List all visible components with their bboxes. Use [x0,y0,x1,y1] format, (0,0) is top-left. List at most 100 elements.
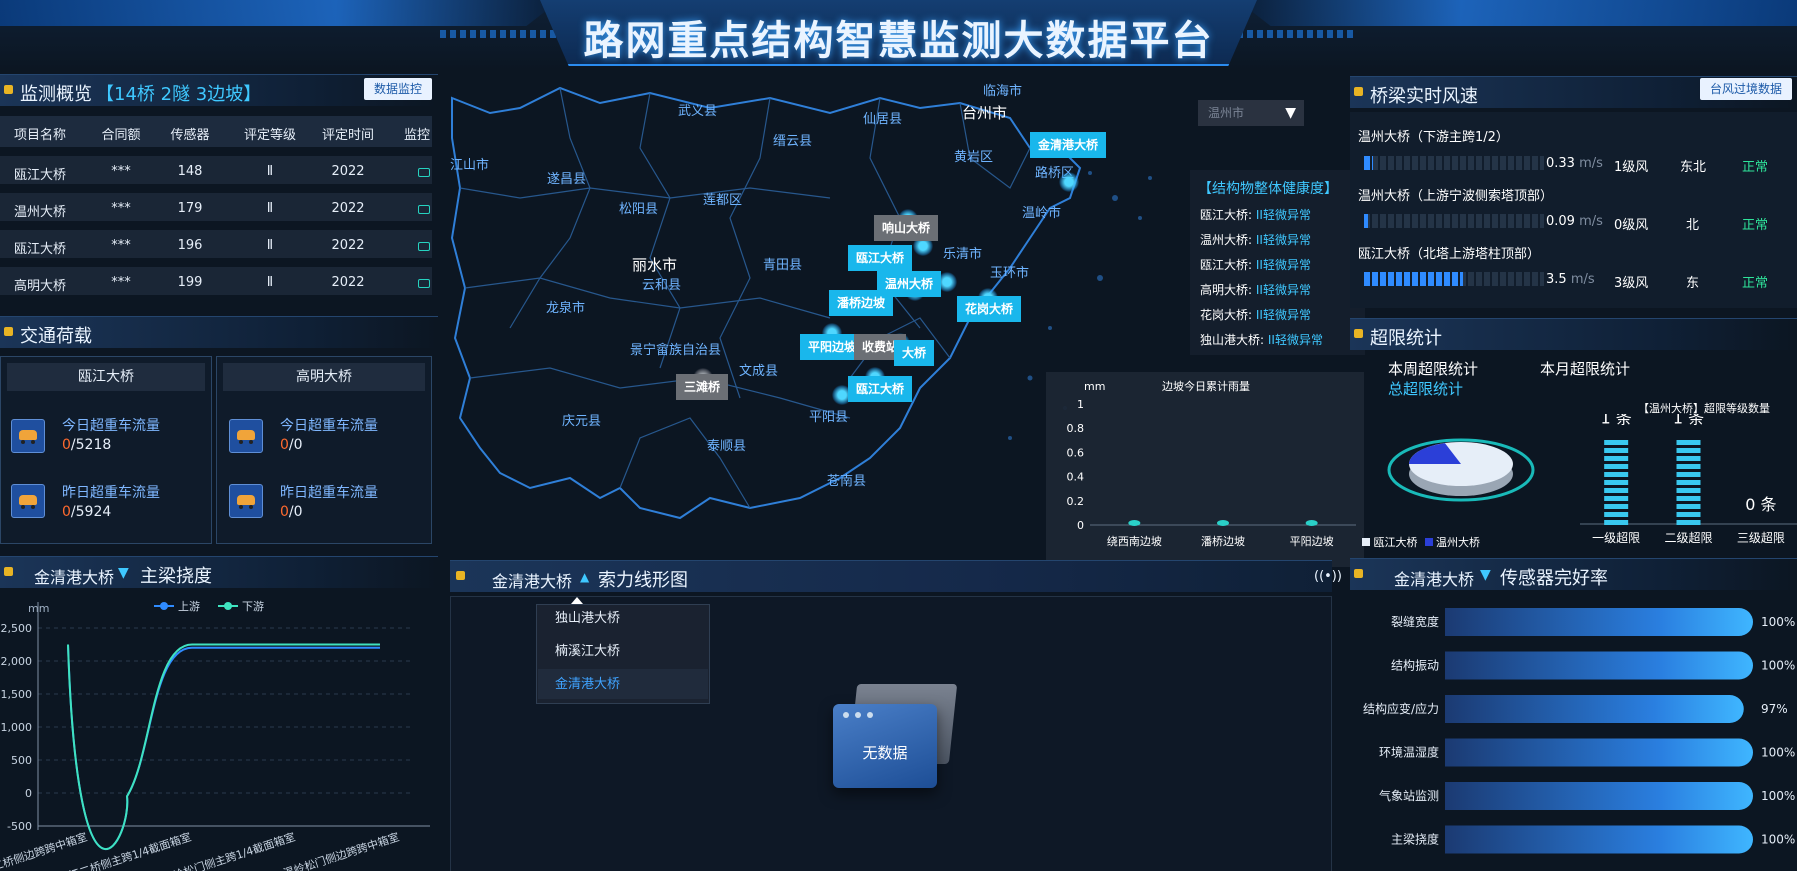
sensor-bridge-select[interactable]: 金清港大桥 [1394,566,1474,590]
yesterday-label: 昨日超重车流量 [62,485,160,501]
wind-bar-fill [1364,272,1463,286]
map-tag[interactable]: 大桥 [894,340,935,366]
y-tick-label: 2,000 [1,655,33,668]
wind-direction: 北 [1686,218,1700,233]
map-tag[interactable]: 潘桥边坡 [829,290,894,316]
bridge-dropdown[interactable]: 独山港大桥 楠溪江大桥 金清港大桥 [536,597,710,704]
map-county: 黄岩区 [954,150,994,165]
cell-amount: *** [111,238,131,253]
camera-icon[interactable] [418,240,430,255]
health-item: 独山港大桥: II轻微异常 [1200,333,1323,347]
tab-total[interactable]: 总超限统计 [1388,378,1463,399]
bar-segment [1604,440,1629,445]
y-tick-label: -500 [7,820,32,833]
table-row[interactable]: 高明大桥 *** 199 Ⅱ 2022 [0,267,432,298]
dropdown-option[interactable]: 独山港大桥 [555,607,620,626]
traffic-box-title: 高明大桥 [223,363,425,391]
bar-segment [1676,456,1701,461]
wind-status: 正常 [1742,276,1769,291]
dropdown-option-selected[interactable]: 金清港大桥 [555,673,620,692]
wind-status: 正常 [1742,218,1769,233]
sensor-label: 环境温湿度 [1379,745,1439,760]
sensor-bar [1445,825,1753,854]
map-tag[interactable]: 金清港大桥 [1030,132,1107,158]
legend-label: 上游 [178,600,200,613]
wind-sensor-name: 瓯江大桥（北塔上游塔柱顶部） [1358,247,1541,262]
data-point [1217,520,1229,526]
wind-level: 3级风 [1614,276,1649,291]
yesterday-value: 0/5924 [62,504,112,520]
panel-marker-icon [1354,329,1363,338]
map-tag[interactable]: 瓯江大桥 [848,376,913,402]
map-county: 武义县 [678,104,718,119]
cell-name: 瓯江大桥 [13,168,66,183]
bar-segment [1676,480,1701,485]
map-tag[interactable]: 瓯江大桥 [848,245,913,271]
map-county: 云和县 [642,278,682,293]
cell-name: 温州大桥 [13,205,66,220]
pie-legend: 瓯江大桥 温州大桥 [1362,534,1480,550]
map-county: 庆元县 [562,414,602,429]
legend-dot [160,602,168,610]
chevron-up-icon[interactable]: ▲ [580,570,589,584]
sensor-label: 裂缝宽度 [1391,614,1439,629]
bar-segment [1676,520,1701,525]
legend-label: 下游 [242,600,264,613]
y-tick-label: 1,000 [1,721,33,734]
truck-icon [11,484,45,518]
wind-bar-fill [1364,156,1373,170]
col-name: 项目名称 [13,128,66,143]
camera-icon[interactable] [418,277,430,292]
chevron-down-icon[interactable]: ▼ [118,565,129,581]
map-tag[interactable]: 花岗大桥 [957,296,1022,322]
map-county: 乐清市 [943,247,983,262]
city-select[interactable]: 温州市 ▼ [1198,100,1304,126]
typhoon-data-button[interactable]: 台风过境数据 [1700,78,1793,100]
health-item: 高明大桥: II轻微异常 [1200,283,1311,297]
deflection-bridge-select[interactable]: 金清港大桥 [34,564,114,588]
overload-panel: 本周超限统计 本月超限统计 总超限统计 瓯江大桥 温州大桥 【温州大桥】超限等级… [1350,352,1797,552]
bar-segment [1676,512,1701,517]
sensor-bar [1445,738,1753,767]
y-axis-unit: mm [1084,380,1105,393]
cell-sensors: 196 [177,238,203,253]
sensor-bar [1445,782,1753,810]
map-county: 景宁畲族自治县 [630,343,722,358]
tab-month[interactable]: 本月超限统计 [1540,358,1630,379]
bar-segment [1604,488,1629,493]
dropdown-caret-icon [571,597,583,604]
table-row[interactable]: 温州大桥 *** 179 Ⅱ 2022 [0,193,432,224]
tab-week[interactable]: 本周超限统计 [1388,358,1478,379]
camera-icon[interactable] [418,203,430,218]
col-amount: 合同额 [101,128,141,143]
signal-icon[interactable]: ((•)) [1314,569,1342,584]
no-data-illustration: 无数据 [831,682,961,792]
table-header: 项目名称 合同额 传感器 评定等级 评定时间 监控 [0,116,432,147]
chevron-down-icon[interactable]: ▼ [1480,567,1491,583]
wind-direction: 东北 [1680,160,1707,175]
bar-segment [1604,448,1629,453]
col-grade: 评定等级 [243,128,296,143]
table-row[interactable]: 瓯江大桥 *** 196 Ⅱ 2022 [0,230,432,261]
table-row[interactable]: 瓯江大桥 *** 148 Ⅱ 2022 [0,156,432,187]
yesterday-value: 0/0 [280,504,303,520]
cable-bridge-select[interactable]: 金清港大桥 [492,568,572,592]
bar-segment [1676,504,1701,509]
x-tick-label: 三级超限 [1737,530,1785,545]
bridge-marker-icon[interactable] [1059,172,1079,192]
wind-value: 3.5 m/s [1546,272,1595,287]
wind-status: 正常 [1742,160,1769,175]
map-county: 玉环市 [990,266,1030,281]
deflection-chart: mm -500 0 500 1,000 1,500 2,000 2,500 上游 下游瓯江二桥侧边… [0,600,430,871]
series-line [67,643,380,850]
cell-name: 瓯江大桥 [13,242,66,257]
yesterday-label: 昨日超重车流量 [280,485,378,501]
sensor-chart: 裂缝宽度 100% 结构振动 100% 结构应变/应力 97% 环境温湿度 100% 气象站监测… [1363,608,1795,854]
data-monitor-button[interactable]: 数据监控 [364,78,433,100]
dropdown-option[interactable]: 楠溪江大桥 [555,640,620,659]
map-tag[interactable]: 响山大桥 [874,215,939,241]
map-tag[interactable]: 三滩桥 [676,374,729,400]
camera-icon[interactable] [418,166,430,181]
legend-swatch [1424,538,1433,546]
map-county: 松阳县 [619,202,659,217]
